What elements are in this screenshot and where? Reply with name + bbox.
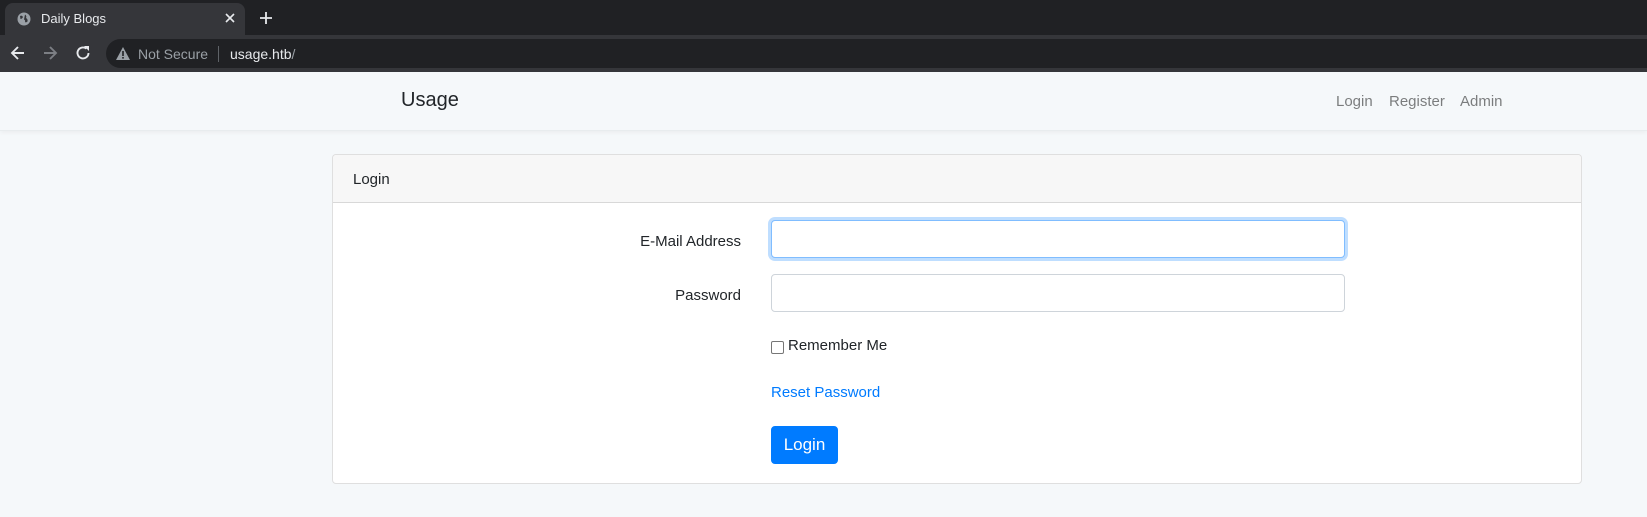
- forward-arrow-icon[interactable]: [40, 43, 60, 63]
- not-secure-label[interactable]: Not Secure: [138, 46, 208, 62]
- browser-tab[interactable]: Daily Blogs: [5, 3, 245, 35]
- email-field[interactable]: [771, 220, 1345, 258]
- tab-title: Daily Blogs: [41, 11, 107, 26]
- card-title: Login: [353, 171, 390, 188]
- browser-toolbar: Not Secure usage.htb/: [0, 35, 1647, 72]
- globe-icon: [17, 12, 31, 26]
- close-icon[interactable]: [221, 9, 239, 27]
- site-navbar: Usage Login Register Admin: [0, 72, 1647, 131]
- omnibox-divider: [218, 46, 219, 62]
- password-field[interactable]: [771, 274, 1345, 312]
- card-header: Login: [333, 155, 1581, 203]
- url-path: /: [291, 46, 296, 62]
- url-text[interactable]: usage.htb/: [230, 46, 295, 62]
- address-bar[interactable]: Not Secure usage.htb/: [106, 39, 1647, 68]
- remember-me-label[interactable]: Remember Me: [788, 337, 887, 354]
- page-content: Usage Login Register Admin Login E-Mail …: [0, 72, 1647, 517]
- login-button[interactable]: Login: [771, 426, 838, 464]
- warning-icon[interactable]: [115, 46, 131, 61]
- email-label: E-Mail Address: [640, 233, 741, 250]
- remember-me-checkbox[interactable]: [771, 341, 784, 354]
- new-tab-icon[interactable]: [256, 8, 276, 28]
- reload-icon[interactable]: [73, 43, 93, 63]
- nav-admin-link[interactable]: Admin: [1460, 93, 1503, 110]
- back-arrow-icon[interactable]: [8, 43, 28, 63]
- password-label: Password: [675, 287, 741, 304]
- site-brand[interactable]: Usage: [401, 89, 459, 112]
- url-host: usage.htb: [230, 46, 292, 62]
- nav-register-link[interactable]: Register: [1389, 93, 1445, 110]
- reset-password-link[interactable]: Reset Password: [771, 384, 880, 401]
- browser-tabstrip: Daily Blogs: [0, 0, 1647, 35]
- nav-login-link[interactable]: Login: [1336, 93, 1373, 110]
- login-card: Login E-Mail Address Password Remember M…: [332, 154, 1582, 484]
